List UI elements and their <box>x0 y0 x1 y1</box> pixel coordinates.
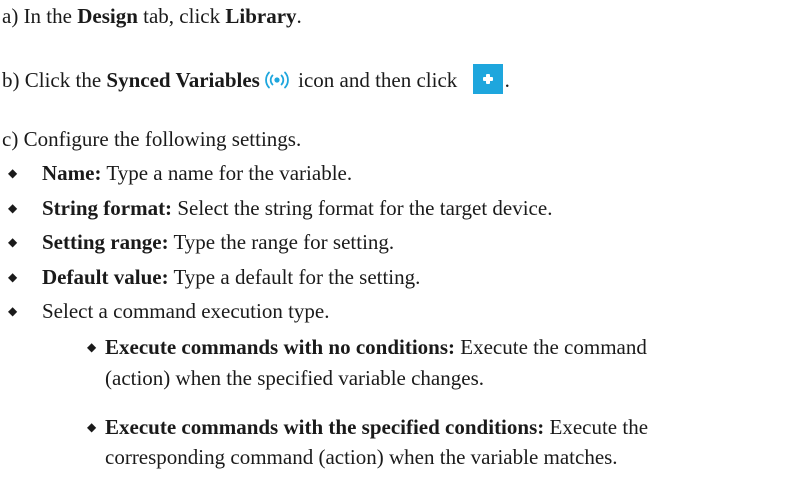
step-b-mid: icon and then click <box>292 68 463 92</box>
synced-variables-label: Synced Variables <box>106 68 260 92</box>
bullet-icon: ◆ <box>8 270 18 284</box>
setting-text: Select the string format for the target … <box>172 196 553 220</box>
execution-type-text-continued: corresponding command (action) when the … <box>105 445 618 469</box>
bullet-icon: ◆ <box>8 166 18 180</box>
bullet-icon: ◆ <box>8 304 18 318</box>
design-tab-label: Design <box>77 4 138 28</box>
step-a-prefix: a) In the <box>2 4 78 28</box>
bullet-icon: ◆ <box>87 420 97 434</box>
step-a: a) In the Design tab, click Library. <box>2 3 302 29</box>
step-c: c) Configure the following settings. <box>2 126 301 152</box>
setting-label: String format: <box>42 196 173 220</box>
execution-type-label: Execute commands with no conditions: <box>105 335 456 359</box>
execution-type-text-continued: (action) when the specified variable cha… <box>105 366 484 390</box>
setting-label: Default value: <box>42 265 169 289</box>
plus-icon <box>472 64 503 94</box>
bullet-icon: ◆ <box>87 340 97 354</box>
execution-type-text: Execute the command <box>455 335 647 359</box>
setting-text: Type the range for setting. <box>168 230 395 254</box>
setting-text: Type a name for the variable. <box>101 161 353 185</box>
step-c-text: c) Configure the following settings. <box>2 127 302 151</box>
synced-variables-icon <box>264 69 290 91</box>
step-a-suffix: . <box>296 4 302 28</box>
execution-type-label: Execute commands with the specified cond… <box>105 415 545 439</box>
step-b: b) Click the Synced Variables icon and t… <box>2 64 510 94</box>
library-label: Library <box>225 4 297 28</box>
step-b-prefix: b) Click the <box>2 68 107 92</box>
setting-text: Type a default for the setting. <box>168 265 421 289</box>
setting-label: Setting range: <box>42 230 169 254</box>
step-b-suffix: . <box>504 68 510 92</box>
setting-text: Select a command execution type. <box>42 299 330 323</box>
execution-type-text: Execute the <box>544 415 649 439</box>
setting-label: Name: <box>42 161 102 185</box>
bullet-icon: ◆ <box>8 201 18 215</box>
step-a-mid: tab, click <box>137 4 226 28</box>
bullet-icon: ◆ <box>8 235 18 249</box>
